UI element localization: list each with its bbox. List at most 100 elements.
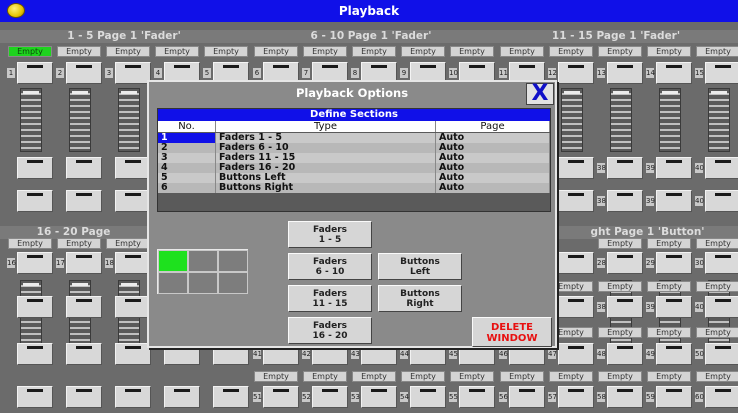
playback-key[interactable] (558, 252, 594, 274)
playback-slot[interactable]: Empty (696, 281, 738, 292)
playback-key[interactable] (115, 343, 151, 365)
playback-key[interactable] (66, 62, 102, 84)
playback-slot[interactable]: Empty (598, 46, 642, 57)
layout-preview-grid[interactable] (157, 249, 248, 294)
playback-slot[interactable]: Empty (696, 327, 738, 338)
playback-key[interactable] (17, 157, 53, 179)
playback-key[interactable] (17, 190, 53, 212)
playback-key[interactable] (705, 252, 738, 274)
playback-key[interactable] (558, 62, 594, 84)
table-row[interactable]: 4 Faders 16 - 20 Auto (158, 163, 550, 173)
playback-key[interactable] (115, 296, 151, 318)
faders-1-5-button[interactable]: Faders 1 - 5 (288, 221, 372, 248)
playback-key[interactable] (656, 252, 692, 274)
playback-key[interactable] (17, 296, 53, 318)
window-titlebar[interactable]: Playback (0, 0, 738, 22)
playback-key[interactable] (213, 386, 249, 408)
playback-slot[interactable]: Empty (647, 46, 691, 57)
fader-track[interactable] (20, 88, 42, 152)
playback-key[interactable] (17, 252, 53, 274)
playback-key[interactable] (607, 157, 643, 179)
playback-slot[interactable]: Empty (8, 46, 52, 57)
grid-cell[interactable] (158, 250, 188, 272)
fader-track[interactable] (659, 88, 681, 152)
playback-key[interactable] (607, 386, 643, 408)
playback-key[interactable] (312, 386, 348, 408)
faders-6-10-button[interactable]: Faders 6 - 10 (288, 253, 372, 280)
playback-key[interactable] (164, 386, 200, 408)
playback-slot[interactable]: Empty (450, 371, 494, 382)
playback-key[interactable] (66, 190, 102, 212)
playback-key[interactable] (115, 157, 151, 179)
playback-key[interactable] (656, 386, 692, 408)
playback-key[interactable] (705, 296, 738, 318)
playback-key[interactable] (17, 343, 53, 365)
playback-key[interactable] (656, 190, 692, 212)
playback-slot[interactable]: Empty (401, 371, 445, 382)
playback-slot[interactable]: Empty (352, 46, 396, 57)
table-row[interactable]: 1 Faders 1 - 5 Auto (158, 133, 550, 143)
fader-track[interactable] (118, 88, 140, 152)
close-icon[interactable]: X (526, 83, 554, 105)
table-row[interactable]: 6 Buttons Right Auto (158, 183, 550, 193)
table-row[interactable]: 3 Faders 11 - 15 Auto (158, 153, 550, 163)
fader-track[interactable] (708, 88, 730, 152)
playback-slot[interactable]: Empty (549, 371, 593, 382)
playback-slot[interactable]: Empty (450, 46, 494, 57)
playback-slot[interactable]: Empty (106, 238, 150, 249)
fader-track[interactable] (610, 88, 632, 152)
playback-slot[interactable]: Empty (352, 371, 396, 382)
buttons-left-button[interactable]: Buttons Left (378, 253, 462, 280)
playback-key[interactable] (410, 386, 446, 408)
grid-cell[interactable] (218, 250, 248, 272)
delete-window-button[interactable]: DELETE WINDOW (472, 317, 552, 347)
playback-key[interactable] (656, 62, 692, 84)
grid-cell[interactable] (188, 250, 218, 272)
playback-key[interactable] (705, 62, 738, 84)
playback-slot[interactable]: Empty (8, 238, 52, 249)
playback-slot[interactable]: Empty (254, 371, 298, 382)
playback-key[interactable] (558, 386, 594, 408)
playback-key[interactable] (656, 157, 692, 179)
playback-slot[interactable]: Empty (598, 371, 642, 382)
playback-slot[interactable]: Empty (500, 371, 544, 382)
playback-key[interactable] (558, 190, 594, 212)
playback-slot[interactable]: Empty (155, 46, 199, 57)
playback-key[interactable] (705, 386, 738, 408)
playback-key[interactable] (66, 157, 102, 179)
playback-key[interactable] (115, 252, 151, 274)
playback-key[interactable] (705, 190, 738, 212)
buttons-right-button[interactable]: Buttons Right (378, 285, 462, 312)
playback-key[interactable] (607, 62, 643, 84)
playback-key[interactable] (66, 296, 102, 318)
playback-slot[interactable]: Empty (303, 371, 347, 382)
playback-key[interactable] (66, 343, 102, 365)
playback-key[interactable] (459, 386, 495, 408)
playback-slot[interactable]: Empty (500, 46, 544, 57)
playback-slot[interactable]: Empty (647, 281, 691, 292)
playback-slot[interactable]: Empty (106, 46, 150, 57)
playback-slot[interactable]: Empty (598, 281, 642, 292)
playback-slot[interactable]: Empty (696, 46, 738, 57)
grid-cell[interactable] (218, 272, 248, 294)
fader-track[interactable] (561, 88, 583, 152)
fader-track[interactable] (69, 88, 91, 152)
table-row[interactable]: 5 Buttons Left Auto (158, 173, 550, 183)
faders-11-15-button[interactable]: Faders 11 - 15 (288, 285, 372, 312)
playback-slot[interactable]: Empty (401, 46, 445, 57)
playback-slot[interactable]: Empty (549, 46, 593, 57)
playback-key[interactable] (17, 62, 53, 84)
playback-slot[interactable]: Empty (647, 327, 691, 338)
playback-slot[interactable]: Empty (647, 371, 691, 382)
playback-key[interactable] (607, 296, 643, 318)
playback-slot[interactable]: Empty (696, 371, 738, 382)
playback-key[interactable] (263, 386, 299, 408)
playback-key[interactable] (558, 343, 594, 365)
playback-key[interactable] (66, 386, 102, 408)
playback-slot[interactable]: Empty (598, 327, 642, 338)
playback-key[interactable] (656, 296, 692, 318)
app-orb-icon[interactable] (7, 3, 25, 18)
playback-slot[interactable]: Empty (254, 46, 298, 57)
playback-key[interactable] (607, 190, 643, 212)
playback-key[interactable] (558, 157, 594, 179)
